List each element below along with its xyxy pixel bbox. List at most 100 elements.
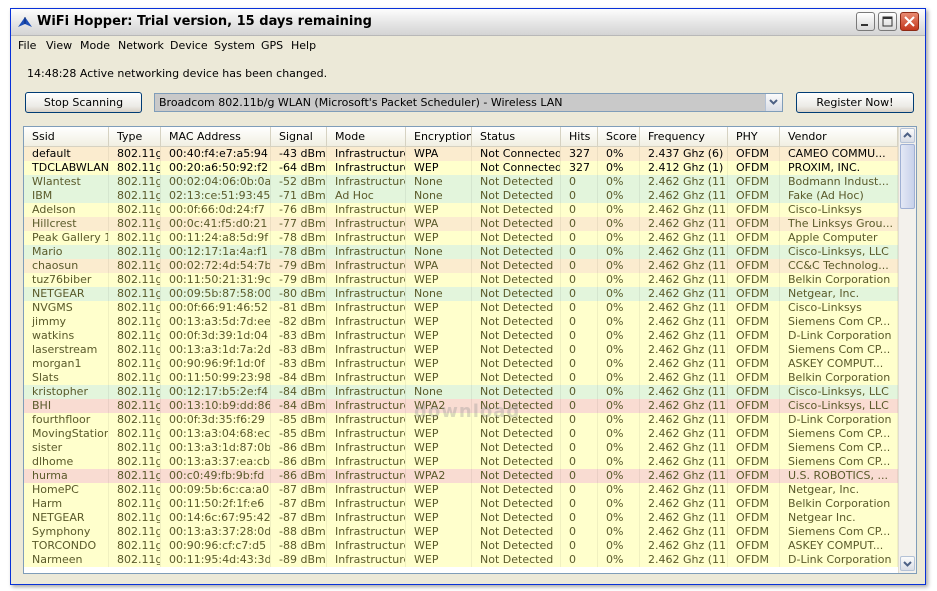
- cell-encryption: WEP: [406, 203, 472, 217]
- table-row[interactable]: laserstream 802.11g 00:13:a3:1d:7a:2d -83 d…: [24, 343, 898, 357]
- table-row[interactable]: MovingStation 802.11g 00:13:a3:04:68:ec -85…: [24, 427, 898, 441]
- cell-phy: OFDM: [728, 497, 780, 511]
- cell-phy: OFDM: [728, 371, 780, 385]
- cell-score: 0%: [598, 483, 640, 497]
- table-row[interactable]: NETGEAR 802.11g 00:14:6c:67:95:42 -87 dBm In…: [24, 511, 898, 525]
- scrollbar-thumb[interactable]: [900, 144, 915, 209]
- register-now-button[interactable]: Register Now!: [796, 92, 914, 113]
- scroll-up-icon[interactable]: [900, 128, 915, 143]
- cell-phy: OFDM: [728, 399, 780, 413]
- scroll-down-icon[interactable]: [900, 556, 915, 571]
- cell-frequency: 2.462 Ghz (11): [640, 217, 728, 231]
- cell-ssid: tuz76biber: [24, 273, 109, 287]
- table-row[interactable]: Harm 802.11g 00:11:50:2f:1f:e6 -87 dBm Infra…: [24, 497, 898, 511]
- table-row[interactable]: Hillcrest 802.11g 00:0c:41:f5:d0:21 -77 dBm…: [24, 217, 898, 231]
- minimize-button[interactable]: [856, 12, 875, 31]
- cell-score: 0%: [598, 469, 640, 483]
- table-row[interactable]: Wlantest 802.11g 00:02:04:06:0b:0a -52 dBm I…: [24, 175, 898, 189]
- cell-ssid: Wlantest: [24, 175, 109, 189]
- table-row[interactable]: morgan1 802.11g 00:90:96:9f:1d:0f -83 dBm In…: [24, 357, 898, 371]
- table-row[interactable]: Adelson 802.11g 00:0f:66:0d:24:f7 -76 dBm In…: [24, 203, 898, 217]
- table-row[interactable]: NVGMS 802.11g 00:0f:66:91:46:52 -81 dBm Infr…: [24, 301, 898, 315]
- cell-signal: -43 dBm: [271, 147, 327, 161]
- column-header-encryption[interactable]: Encryption: [406, 127, 472, 146]
- column-header-frequency[interactable]: Frequency: [640, 127, 728, 146]
- cell-mac-address: 00:13:a3:5d:7d:ee: [161, 315, 271, 329]
- cell-status: Not Detected: [472, 175, 561, 189]
- column-header-signal[interactable]: Signal: [271, 127, 327, 146]
- column-header-status[interactable]: Status: [472, 127, 561, 146]
- table-row[interactable]: chaosun 802.11g 00:02:72:4d:54:7b -79 dBm In…: [24, 259, 898, 273]
- watermark: download: [414, 401, 521, 422]
- table-row[interactable]: Peak Gallery 11802.11g00:11:24:a8:5d:9f-…: [24, 231, 898, 245]
- menu-gps[interactable]: GPS: [261, 39, 283, 52]
- cell-hits: 0: [561, 483, 598, 497]
- menu-system[interactable]: System: [214, 39, 255, 52]
- cell-ssid: watkins: [24, 329, 109, 343]
- table-row[interactable]: watkins 802.11g 00:0f:3d:39:1d:04 -83 dBm In…: [24, 329, 898, 343]
- stop-scanning-button[interactable]: Stop Scanning: [25, 92, 142, 113]
- cell-frequency: 2.462 Ghz (11): [640, 189, 728, 203]
- table-row[interactable]: NETGEAR 802.11g 00:09:5b:87:58:00 -80 dBm In…: [24, 287, 898, 301]
- cell-phy: OFDM: [728, 511, 780, 525]
- table-row[interactable]: tuz76biber 802.11g 00:11:50:21:31:9c -79 dB…: [24, 273, 898, 287]
- column-header-ssid[interactable]: Ssid: [24, 127, 109, 146]
- maximize-button[interactable]: [878, 12, 897, 31]
- table-row[interactable]: hurma 802.11g 00:c0:49:fb:9b:fd -86 dBm Infr…: [24, 469, 898, 483]
- menu-network[interactable]: Network: [118, 39, 164, 52]
- cell-signal: -81 dBm: [271, 301, 327, 315]
- menu-mode[interactable]: Mode: [80, 39, 110, 52]
- cell-mode: Infrastructure: [327, 413, 406, 427]
- cell-type: 802.11g: [109, 245, 161, 259]
- cell-mac-address: 00:11:50:21:31:9c: [161, 273, 271, 287]
- cell-mode: Infrastructure: [327, 259, 406, 273]
- column-header-mac-address[interactable]: MAC Address: [161, 127, 271, 146]
- cell-hits: 327: [561, 147, 598, 161]
- cell-status: Not Detected: [472, 483, 561, 497]
- table-row[interactable]: TDCLABWLAN 802.11g 00:20:a6:50:92:f2 -64 dB…: [24, 161, 898, 175]
- menu-device[interactable]: Device: [170, 39, 208, 52]
- table-row[interactable]: Mario 802.11g 00:12:17:1a:4a:f1 -78 dBm Infr…: [24, 245, 898, 259]
- vertical-scrollbar[interactable]: [898, 127, 916, 573]
- column-header-type[interactable]: Type: [109, 127, 161, 146]
- table-row[interactable]: IBM 802.11g 02:13:ce:51:93:45 -71 dBm Ad Hoc…: [24, 189, 898, 203]
- cell-status: Not Detected: [472, 469, 561, 483]
- table-row[interactable]: sister 802.11g 00:13:a3:1d:87:0b -86 dBm Inf…: [24, 441, 898, 455]
- cell-type: 802.11g: [109, 399, 161, 413]
- device-select-value: Broadcom 802.11b/g WLAN (Microsoft's Pac…: [159, 96, 563, 109]
- table-row[interactable]: HomePC 802.11g 00:09:5b:6c:ca:a0 -87 dBm Inf…: [24, 483, 898, 497]
- table-row[interactable]: dlhome 802.11g 00:13:a3:37:ea:cb -86 dBm Inf…: [24, 455, 898, 469]
- menu-view[interactable]: View: [46, 39, 72, 52]
- cell-signal: -87 dBm: [271, 497, 327, 511]
- table-row[interactable]: kristopher 802.11g 00:12:17:b5:2e:f4 -84 dB…: [24, 385, 898, 399]
- column-header-score[interactable]: Score: [598, 127, 640, 146]
- cell-vendor: ASKEY COMPUT...: [780, 539, 898, 553]
- column-header-phy[interactable]: PHY: [728, 127, 780, 146]
- cell-phy: OFDM: [728, 343, 780, 357]
- cell-mode: Infrastructure: [327, 553, 406, 567]
- chevron-down-icon[interactable]: [765, 94, 782, 111]
- menu-help[interactable]: Help: [291, 39, 316, 52]
- menu-file[interactable]: File: [18, 39, 36, 52]
- close-button[interactable]: [900, 12, 919, 31]
- cell-phy: OFDM: [728, 553, 780, 567]
- column-header-mode[interactable]: Mode: [327, 127, 406, 146]
- table-row[interactable]: Slats 802.11g 00:11:50:99:23:98 -84 dBm Infr…: [24, 371, 898, 385]
- column-header-hits[interactable]: Hits: [561, 127, 598, 146]
- cell-score: 0%: [598, 455, 640, 469]
- network-list[interactable]: Ssid Type MAC Address Signal Mode Encryption S…: [23, 126, 917, 574]
- cell-encryption: WPA: [406, 217, 472, 231]
- title-bar[interactable]: WiFi Hopper: Trial version, 15 days rema…: [11, 9, 925, 36]
- device-select[interactable]: Broadcom 802.11b/g WLAN (Microsoft's Pac…: [154, 93, 783, 112]
- table-row[interactable]: TORCONDO 802.11g 00:90:96:cf:c7:d5 -88 dBm I…: [24, 539, 898, 553]
- table-row[interactable]: default 802.11g 00:40:f4:e7:a5:94 -43 dBm In…: [24, 147, 898, 161]
- table-row[interactable]: Narmeen 802.11g 00:11:95:4d:43:3d -89 dBm In…: [24, 553, 898, 567]
- cell-hits: 0: [561, 525, 598, 539]
- cell-frequency: 2.462 Ghz (11): [640, 259, 728, 273]
- table-row[interactable]: Symphony 802.11g 00:13:a3:37:28:0d -88 dBm I…: [24, 525, 898, 539]
- cell-status: Not Detected: [472, 497, 561, 511]
- cell-vendor: Netgear, Inc.: [780, 287, 898, 301]
- table-row[interactable]: jimmy 802.11g 00:13:a3:5d:7d:ee -82 dBm Infr…: [24, 315, 898, 329]
- column-header-vendor[interactable]: Vendor: [780, 127, 898, 146]
- cell-vendor: Siemens Com CP...: [780, 427, 898, 441]
